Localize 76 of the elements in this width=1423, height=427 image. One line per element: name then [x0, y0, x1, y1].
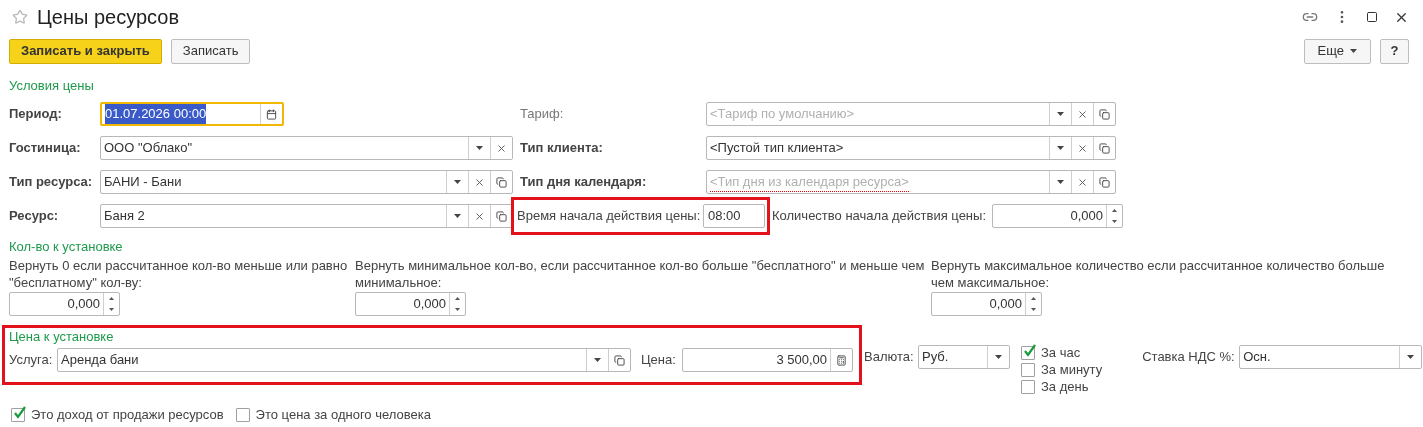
close-icon — [496, 142, 507, 154]
field-label: Услуга: — [9, 351, 54, 370]
price-field[interactable]: 3 500,00 — [682, 348, 853, 372]
caret-icon — [1407, 355, 1415, 359]
field-label: Тариф: — [520, 105, 565, 124]
caret-icon — [476, 146, 483, 150]
checkbox-label: Это цена за одного человека — [255, 406, 431, 424]
field-label: Тип ресурса: — [9, 173, 94, 192]
more-button[interactable]: Еще — [1303, 38, 1371, 64]
save-and-close-button[interactable]: Записать и закрыть — [9, 38, 162, 64]
windows-icon — [1099, 108, 1110, 120]
maximize-icon[interactable] — [1366, 11, 1378, 23]
input-field[interactable]: <Пустой тип клиента> — [706, 136, 1116, 160]
field-label: Тип клиента: — [520, 139, 604, 158]
caret-icon — [454, 214, 461, 218]
caret-icon — [1057, 112, 1064, 116]
field-label: Вернуть 0 если рассчитанное кол-во меньше или равно "бесплатному" кол-ву: — [9, 257, 349, 291]
close-icon — [1077, 142, 1088, 154]
caret-icon — [1350, 49, 1357, 53]
field-label: Период: — [9, 105, 63, 124]
windows-icon — [1099, 142, 1110, 154]
field-label: Ресурс: — [9, 207, 60, 226]
close-icon — [474, 210, 485, 222]
caret-icon — [1057, 146, 1064, 150]
select-field[interactable]: БАНИ - Бани — [100, 170, 513, 194]
calculator-icon — [836, 354, 847, 366]
select-field[interactable]: ООО "Облако" — [100, 136, 513, 160]
windows-icon — [496, 210, 507, 222]
field-label: Тип дня календаря: — [520, 173, 648, 192]
window-title: Цены ресурсов — [37, 5, 179, 30]
field-label: Цена: — [641, 351, 677, 370]
close-icon — [474, 176, 485, 188]
field-label: Вернуть минимальное кол-во, если рассчитанное кол-во больше "бесплатного" и меньше чем минимальное: — [355, 257, 926, 291]
time-field[interactable]: 08:00 — [703, 204, 765, 228]
field-label: Количество начала действия цены: — [772, 207, 986, 226]
close-icon — [1077, 176, 1088, 188]
checkbox-label: За минуту — [1041, 360, 1103, 379]
number-field[interactable]: 0,000 — [355, 292, 466, 316]
close-icon — [1077, 108, 1088, 120]
help-button[interactable]: ? — [1380, 38, 1409, 64]
windows-icon — [1099, 176, 1110, 188]
checkbox[interactable] — [235, 407, 250, 422]
favorite-star-icon[interactable] — [12, 9, 28, 25]
field-label: Гостиница: — [9, 139, 82, 158]
caret-icon — [594, 358, 601, 362]
checkbox-label: За день — [1041, 377, 1089, 396]
check-icon — [1023, 343, 1037, 358]
section-title: Условия цены — [9, 78, 95, 94]
checkbox-label: За час — [1041, 343, 1081, 362]
field-label: Вернуть максимальное количество если рассчитанное количество больше чем максимальное: — [931, 257, 1386, 291]
calendar-icon — [266, 108, 277, 120]
windows-icon — [614, 354, 625, 366]
number-field[interactable]: 0,000 — [992, 204, 1123, 228]
save-button[interactable]: Записать — [170, 38, 251, 64]
field-label: Время начала действия цены: — [517, 207, 702, 226]
windows-icon — [496, 176, 507, 188]
caret-icon — [995, 355, 1002, 359]
caret-icon — [454, 180, 461, 184]
section-title: Кол-во к установке — [9, 239, 124, 255]
caret-icon — [1057, 180, 1064, 184]
checkbox[interactable] — [11, 407, 25, 422]
select-field[interactable]: Осн. — [1239, 345, 1423, 369]
check-icon — [13, 405, 27, 420]
select-field[interactable]: Руб. — [918, 345, 1010, 369]
date-field[interactable]: 01.07.2026 00:00 — [100, 102, 284, 126]
number-field[interactable]: 0,000 — [9, 292, 120, 316]
section-title: Цена к установке — [9, 329, 115, 345]
checkbox[interactable] — [1021, 345, 1035, 360]
field-label: Валюта: — [864, 348, 915, 367]
select-field[interactable]: Баня 2 — [100, 204, 513, 228]
checkbox[interactable] — [1021, 379, 1035, 394]
checkbox-label: Это доход от продажи ресурсов — [31, 406, 224, 424]
checkbox[interactable] — [1021, 362, 1035, 377]
number-field[interactable]: 0,000 — [931, 292, 1042, 316]
field-label: Ставка НДС %: — [1142, 348, 1236, 367]
select-field[interactable]: Аренда бани — [57, 348, 631, 372]
